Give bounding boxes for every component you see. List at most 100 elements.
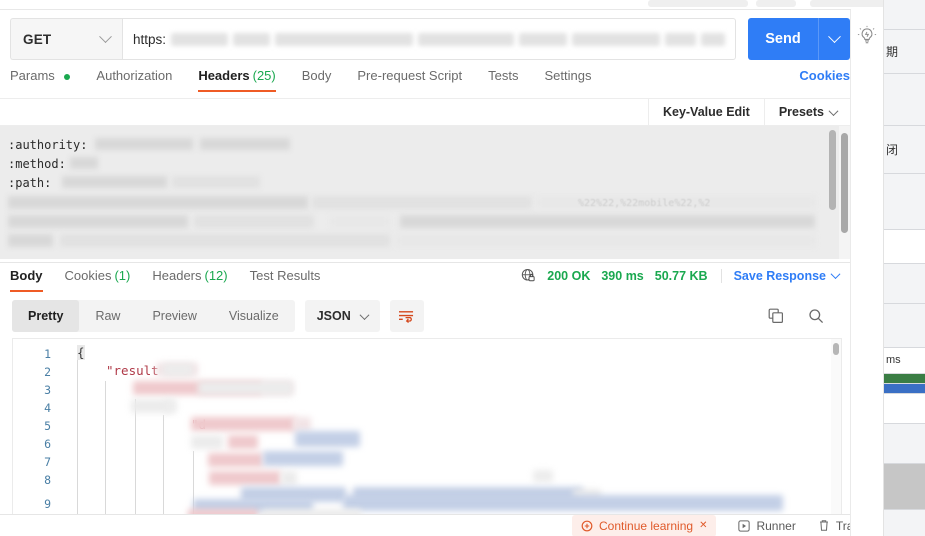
- header-row-redacted-5d: [400, 215, 815, 228]
- code-redacted-l8a: [209, 471, 281, 485]
- send-button[interactable]: Send: [748, 18, 850, 60]
- code-redacted-l3c: [198, 381, 293, 395]
- header-ghost-fragment: %22%22,%22mobile%22,%2: [578, 198, 711, 209]
- header-value-path-redacted-2: [172, 176, 260, 188]
- key-value-edit-button[interactable]: Key-Value Edit: [647, 98, 764, 126]
- header-row-redacted-6b: [60, 234, 390, 247]
- request-url-input[interactable]: https:: [122, 18, 736, 60]
- url-redacted-4: [417, 32, 514, 46]
- code-redacted-l6c: [295, 431, 360, 447]
- url-redacted-7: [664, 32, 697, 46]
- view-mode-pretty[interactable]: Pretty: [12, 300, 80, 332]
- cookies-link[interactable]: Cookies: [799, 68, 850, 83]
- tab-label: Cookies: [64, 268, 112, 283]
- response-body-json-viewer[interactable]: 1 2 3 4 5 6 7 8 9 { "result "d: [12, 338, 842, 520]
- tab-headers[interactable]: Headers (25): [198, 68, 277, 92]
- copy-button[interactable]: [768, 308, 784, 324]
- chevron-down-icon: [359, 309, 370, 320]
- header-row-redacted-6c: [396, 234, 816, 247]
- tab-count: (12): [204, 268, 228, 283]
- background-window-row-text: 期: [886, 44, 899, 59]
- params-modified-dot-icon: [64, 73, 71, 80]
- copy-icon: [768, 308, 784, 324]
- body-scrollbar-thumb[interactable]: [833, 343, 839, 355]
- json-key-result: "result: [106, 363, 159, 378]
- tab-pre-request-script[interactable]: Pre-request Script: [357, 68, 462, 92]
- url-redacted-2: [232, 32, 270, 46]
- send-options-button[interactable]: [818, 18, 850, 60]
- top-ghost-1: [648, 0, 748, 7]
- tab-authorization[interactable]: Authorization: [96, 68, 172, 92]
- header-key-path: :path:: [8, 176, 52, 190]
- line-number: 7: [44, 455, 51, 469]
- search-button[interactable]: [808, 308, 824, 324]
- header-value-authority-redacted-2: [200, 138, 290, 150]
- runner-button[interactable]: Runner: [738, 518, 796, 533]
- response-tab-test-results[interactable]: Test Results: [250, 263, 321, 292]
- response-tab-body[interactable]: Body: [10, 263, 43, 292]
- save-response-label: Save Response: [733, 268, 826, 283]
- response-size: 50.77 KB: [654, 268, 708, 283]
- response-status-group: 200 OK 390 ms 50.77 KB Save Response: [521, 263, 851, 283]
- header-row-redacted-6a: [8, 234, 53, 247]
- background-window-row: [884, 384, 925, 394]
- view-mode-visualize[interactable]: Visualize: [213, 300, 295, 332]
- body-scrollbar-track[interactable]: [831, 339, 841, 519]
- http-method-label: GET: [23, 31, 52, 47]
- response-tab-headers[interactable]: Headers (12): [152, 263, 227, 292]
- background-window-row: [884, 510, 925, 536]
- headers-bulk-edit-area[interactable]: :authority: :method: :path: %22%22,%22mo…: [0, 126, 851, 259]
- url-redacted-1: [171, 32, 228, 46]
- headers-scrollbar-thumb-outer[interactable]: [841, 133, 848, 233]
- chevron-down-icon: [828, 29, 841, 43]
- header-row-redacted-5a: [8, 215, 188, 228]
- word-wrap-toggle-button[interactable]: [389, 300, 424, 332]
- tab-label: Headers: [152, 268, 202, 283]
- indent-guide: [105, 381, 106, 519]
- header-value-authority-redacted-1: [95, 138, 193, 150]
- background-window-row: [884, 0, 925, 30]
- header-value-method-redacted: [70, 157, 98, 169]
- request-url-bar: GET https: Send: [10, 18, 850, 60]
- headers-scrollbar-thumb-inner[interactable]: [829, 130, 836, 210]
- tab-body[interactable]: Body: [302, 68, 332, 92]
- bulb-icon[interactable]: [857, 25, 877, 47]
- indent-guide: [77, 345, 78, 519]
- background-window-row: [884, 74, 925, 126]
- code-redacted-l7b: [263, 451, 343, 466]
- tab-settings[interactable]: Settings: [545, 68, 592, 92]
- line-number: 2: [44, 365, 51, 379]
- status-code: 200 OK: [547, 268, 591, 283]
- response-language-label: JSON: [316, 309, 351, 323]
- http-method-select[interactable]: GET: [10, 18, 122, 60]
- tab-params[interactable]: Params: [10, 68, 71, 92]
- response-tab-cookies[interactable]: Cookies (1): [65, 263, 131, 292]
- runner-label: Runner: [756, 518, 796, 533]
- close-icon[interactable]: ✕: [699, 520, 707, 531]
- view-mode-raw[interactable]: Raw: [79, 300, 136, 332]
- background-window-row: [884, 374, 925, 384]
- tab-tests[interactable]: Tests: [488, 68, 518, 92]
- background-window-row: [884, 464, 925, 510]
- response-body-actions: [768, 308, 842, 324]
- response-language-select[interactable]: JSON: [304, 300, 380, 332]
- code-redacted-l2b: [163, 363, 193, 376]
- save-response-button[interactable]: Save Response: [720, 268, 841, 283]
- code-redacted-l8b: [281, 471, 297, 485]
- line-number: 1: [44, 347, 51, 361]
- code-redacted-l6a: [191, 435, 223, 449]
- presets-button[interactable]: Presets: [763, 98, 851, 126]
- header-key-method: :method:: [8, 157, 66, 171]
- background-window-row: 闭: [884, 126, 925, 174]
- code-redacted-l5a: [191, 417, 296, 431]
- background-window-row-text: ms: [886, 354, 901, 366]
- background-window-row: ms: [884, 348, 925, 374]
- tab-count: (25): [252, 68, 276, 83]
- continue-learning-button[interactable]: Continue learning ✕: [572, 515, 717, 536]
- code-redacted-l10a: [343, 495, 783, 511]
- tab-label: Authorization: [96, 68, 173, 83]
- view-mode-preview[interactable]: Preview: [136, 300, 212, 332]
- json-open-brace: {: [77, 345, 85, 360]
- line-number: 6: [44, 437, 51, 451]
- postman-request-response-pane: GET https: Send Params Authorization Hea…: [0, 0, 884, 536]
